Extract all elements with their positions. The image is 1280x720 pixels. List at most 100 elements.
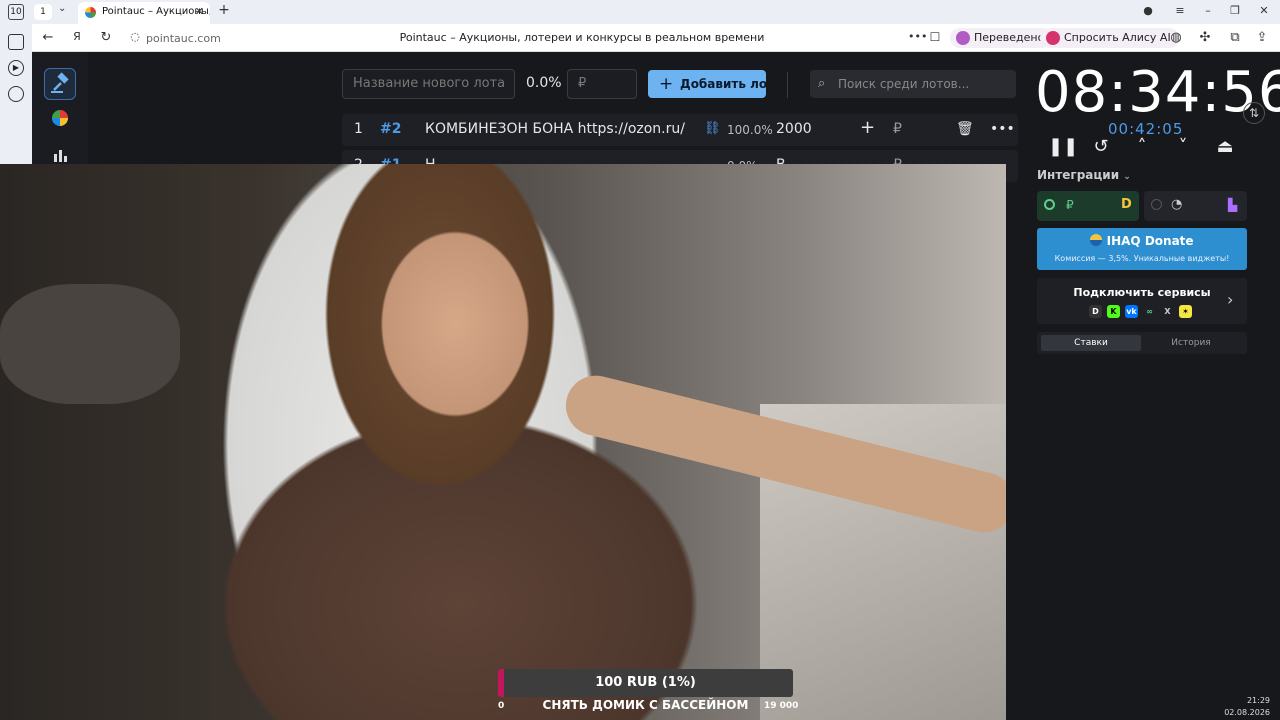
tab-pointauc[interactable]: Pointauc – Аукционы, лотереи ✕ xyxy=(78,2,210,24)
bed-shape xyxy=(0,284,180,404)
donation-goal-bar: 100 RUB (1%) xyxy=(498,669,793,697)
lot-percent: 100.0% xyxy=(727,123,773,137)
streamlabs-icon: ◔ xyxy=(1171,197,1183,212)
more-dots-icon[interactable]: ••• xyxy=(990,121,1015,137)
ask-alice-button[interactable]: Спросить Алису AI xyxy=(1040,28,1179,48)
donation-goal-max: 19 000 xyxy=(764,701,799,711)
more-dots-icon[interactable]: ••• xyxy=(908,30,927,43)
integration-donationalerts[interactable]: ₽ D xyxy=(1037,191,1139,221)
url-text[interactable]: pointauc.com xyxy=(146,32,221,45)
lot-index: 1 xyxy=(354,121,363,137)
system-date: 02.08.2026 xyxy=(1224,708,1270,717)
connect-services-button[interactable]: Подключить сервисы D K vk ∞ X ✶ › xyxy=(1037,278,1247,324)
new-tab-plus-icon[interactable]: + xyxy=(216,3,232,19)
auction-hammer-icon[interactable] xyxy=(44,68,76,100)
lot-name[interactable]: КОМБИНЕЗОН БОНА https://ozon.ru/t/cF xyxy=(425,121,685,137)
bookmark-icon[interactable]: ☐ xyxy=(927,30,943,44)
minimize-icon[interactable]: – xyxy=(1200,4,1216,17)
tabs-counter-icon[interactable]: 10 xyxy=(8,4,24,20)
kick-icon: K xyxy=(1107,305,1120,318)
tab-history[interactable]: История xyxy=(1141,335,1241,351)
restart-icon[interactable]: ↺ xyxy=(1089,136,1113,157)
chevron-right-icon: › xyxy=(1227,290,1234,309)
history-clock-icon[interactable] xyxy=(8,86,24,102)
share-icon[interactable]: ⇪ xyxy=(1254,30,1270,45)
radio-off-icon xyxy=(1151,199,1162,210)
media-play-icon[interactable]: ▶ xyxy=(8,60,24,76)
pointauc-favicon-icon xyxy=(85,7,96,18)
lot-row[interactable]: 1 #2 КОМБИНЕЗОН БОНА https://ozon.ru/t/c… xyxy=(342,114,1018,146)
menu-icon[interactable]: ≡ xyxy=(1172,4,1188,17)
profile-icon[interactable]: ● xyxy=(1140,4,1156,17)
chevron-down-icon[interactable]: ⌄ xyxy=(58,3,66,14)
link-icon[interactable]: ⛓ xyxy=(704,121,721,136)
ihaq-logo-icon xyxy=(1090,234,1103,246)
address-bar: ← Я ↻ ◌ pointauc.com Pointauc – Аукционы… xyxy=(32,24,1280,52)
page-title: Pointauc – Аукционы, лотереи и конкурсы … xyxy=(399,31,765,44)
x-icon: X xyxy=(1161,305,1174,318)
translated-label: Переведено xyxy=(974,31,1045,44)
tab-group-count: 1 xyxy=(40,7,46,17)
donatepay-icon: D xyxy=(1121,197,1132,212)
collapse-up-icon[interactable]: ⏏ xyxy=(1213,136,1237,157)
lot-name-input[interactable]: Название нового лота xyxy=(342,69,515,99)
lot-amount[interactable]: 2000 xyxy=(776,121,812,137)
site-info-icon[interactable]: ◌ xyxy=(127,30,143,43)
donate-title: IHAQ Donate xyxy=(1106,234,1194,248)
trash-icon[interactable]: 🗑 xyxy=(956,121,974,137)
divider xyxy=(787,72,788,98)
search-placeholder: Поиск среди лотов... xyxy=(838,77,970,91)
window-close-icon[interactable]: ✕ xyxy=(1256,4,1272,17)
lot-currency: ₽ xyxy=(893,121,902,137)
lot-id: #2 xyxy=(380,121,402,137)
bets-history-tabs: Ставки История xyxy=(1037,332,1247,354)
connect-title: Подключить сервисы xyxy=(1073,286,1211,299)
maximize-icon[interactable]: ❐ xyxy=(1227,4,1243,17)
pause-icon[interactable]: ❚❚ xyxy=(1048,136,1078,157)
integrations-header[interactable]: Интеграции ⌄ xyxy=(1037,168,1131,182)
donate-subtitle: Комиссия — 3,5%. Уникальные виджеты! xyxy=(1054,254,1230,263)
donation-goal-progress: 100 RUB (1%) xyxy=(595,675,696,690)
tab-bets[interactable]: Ставки xyxy=(1041,335,1141,351)
browser-tab-bar: 10 1 ⌄ Pointauc – Аукционы, лотереи ✕ + … xyxy=(0,0,1280,24)
lot-amount-input[interactable]: ₽ xyxy=(567,69,637,99)
close-icon[interactable]: ✕ xyxy=(195,2,204,22)
add-lot-label: Добавить лот xyxy=(680,77,766,91)
tab-group-badge[interactable]: 1 xyxy=(34,4,52,20)
ruble-icon: ₽ xyxy=(1066,198,1074,212)
ask-alice-label: Спросить Алису AI xyxy=(1064,31,1171,44)
tabs-counter-label: 10 xyxy=(10,7,22,17)
downloads-icon[interactable]: ⧉ xyxy=(1227,30,1243,45)
add-amount-plus-icon[interactable]: + xyxy=(860,117,875,138)
ihaq-donate-banner[interactable]: IHAQ Donate Комиссия — 3,5%. Уникальные … xyxy=(1037,228,1247,270)
plus-icon: + xyxy=(659,74,674,94)
add-lot-button[interactable]: + Добавить лот xyxy=(648,70,766,98)
chevron-down-icon[interactable]: ˅ xyxy=(1171,136,1195,157)
translated-button[interactable]: Переведено xyxy=(950,28,1053,48)
goodgame-icon: ∞ xyxy=(1143,305,1156,318)
new-lot-percent: 0.0% xyxy=(526,75,562,91)
vk-icon: vk xyxy=(1125,305,1138,318)
lot-search-input[interactable]: ⌕ Поиск среди лотов... xyxy=(810,70,1016,98)
chevron-up-icon[interactable]: ˄ xyxy=(1130,136,1154,157)
collections-icon[interactable] xyxy=(8,34,24,50)
search-icon: ⌕ xyxy=(818,76,826,91)
translate-icon xyxy=(956,31,970,45)
twitch-icon: ▙ xyxy=(1228,198,1238,212)
donation-goal-title: СНЯТЬ ДОМИК С БАССЕЙНОМ xyxy=(542,698,749,712)
donatex-icon: D xyxy=(1089,305,1102,318)
browser-sidebar: ▶ xyxy=(0,24,32,164)
alice-icon xyxy=(1046,31,1060,45)
radio-on-icon xyxy=(1044,199,1055,210)
integration-twitch[interactable]: ◔ ▙ xyxy=(1144,191,1247,221)
webcam-stream-overlay: 100 RUB (1%) 0 СНЯТЬ ДОМИК С БАССЕЙНОМ 1… xyxy=(0,164,1006,720)
yandex-icon[interactable]: Я xyxy=(69,30,85,43)
system-time: 21:29 xyxy=(1246,696,1270,705)
wheel-pie-icon[interactable] xyxy=(44,104,76,136)
globe-icon[interactable]: ◍ xyxy=(1168,30,1184,45)
swap-arrows-icon[interactable]: ⇅ xyxy=(1243,102,1265,124)
extensions-icon[interactable]: ✣ xyxy=(1197,30,1213,45)
reload-icon[interactable]: ↻ xyxy=(98,30,114,45)
back-arrow-icon[interactable]: ← xyxy=(40,30,56,45)
boosty-icon: ✶ xyxy=(1179,305,1192,318)
